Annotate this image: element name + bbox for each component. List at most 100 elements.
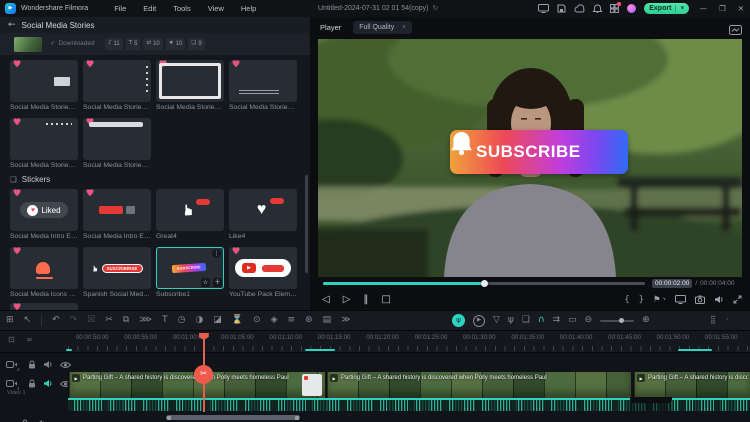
lock-track-icon[interactable] [21,415,29,422]
quality-dropdown[interactable]: Full Quality ∨ [353,21,412,34]
template-thumbnail[interactable]: ♥ [229,60,297,102]
sticker-thumbnail[interactable]: ▶ ♥ ⋮ ☆ ＋ [229,247,297,289]
favorite-star-icon[interactable]: ☆ [201,278,210,287]
zoom-slider-knob[interactable] [618,317,624,323]
sticker-item[interactable]: ♥ ♥ ⋮ ☆ ＋ Like4 [229,189,297,240]
mask-tool[interactable]: ◪ [213,316,222,325]
pause-button[interactable]: ‖ [363,295,368,305]
undo-tool[interactable]: ↶ [52,316,60,325]
mic-button[interactable]: ψ [508,316,514,325]
mute-track-icon[interactable] [36,415,46,422]
timeline-zoom-slider[interactable] [600,317,635,323]
auto-ripple-button[interactable]: ⇉ [553,316,561,325]
notifications-bell-icon[interactable] [592,4,603,14]
template-item[interactable]: ♥ Social Media Stories O... [83,118,151,169]
subscribe-overlay[interactable]: SUBSCRIBE [450,130,628,174]
sticker-item[interactable]: ♥ ⋮ ☆ ＋ Social Media Intro Ele... [83,189,151,240]
video-clip[interactable]: ▶ Parting Gift – A shared history is dis… [326,372,631,398]
template-thumbnail[interactable]: ♥ [10,118,78,160]
volume-icon[interactable] [714,291,724,309]
menu-item[interactable]: View [208,4,224,13]
menu-item[interactable]: Edit [143,4,156,13]
cloud-sync-icon[interactable] [574,3,585,13]
sticker-thumbnail[interactable]: ♥ ⋮ ☆ ＋ [83,189,151,231]
template-thumbnail[interactable]: ♥ [156,60,224,102]
menu-item[interactable]: File [114,4,126,13]
template-thumbnail[interactable]: ♥ [83,118,151,160]
project-history-icon[interactable]: ↻ [433,5,439,12]
motion-track-tool[interactable]: ⊙ [253,316,261,325]
back-arrow-icon[interactable]: ← [8,20,16,30]
marker-menu-button[interactable]: ⚑ ∨ [653,296,666,305]
zoom-out-button[interactable]: ⊖ [585,316,593,325]
display-mode-icon[interactable] [675,291,686,309]
timer-tool[interactable]: ⌛ [232,316,243,325]
media-management-icon[interactable]: ⊡ [8,336,15,344]
track-manage-button[interactable]: ⣿ [710,316,716,324]
play-button[interactable]: ▷ [343,295,351,305]
text-tool[interactable]: T [162,316,168,325]
color-tool[interactable]: ◑ [195,316,203,325]
save-icon[interactable] [557,4,566,13]
export-button[interactable]: Export ∨ [644,3,690,14]
media-library-tool[interactable]: ⊞ [6,316,14,325]
sticker-item[interactable]: SUBSCRIBE ♥ ⋮ ☆ ＋ Subscribe1 [156,247,224,298]
select-tool[interactable]: ↖ [24,316,32,325]
mark-out-button[interactable]: } [639,296,644,305]
toolbar-overflow-dot[interactable]: · [726,316,729,324]
template-thumbnail[interactable]: ♥ [83,60,151,102]
sticker-thumbnail[interactable]: ♥ ♥ ⋮ ☆ ＋ [229,189,297,231]
voiceover-record-button[interactable]: ψ [452,314,465,327]
sticker-clip[interactable] [302,374,322,396]
keyframe-tool[interactable]: ◈ [271,316,278,325]
more-options-icon[interactable]: ⋮ [212,249,221,258]
sticker-item[interactable]: ♥ ⋮ ☆ ＋ Social Media Icons Pa... [10,247,78,298]
crop-tool[interactable]: ⧉ [123,316,129,325]
snapping-button[interactable]: ∩ [538,316,545,325]
step-backward-button[interactable]: ◁ [322,295,330,305]
adjustment-tool[interactable]: ≡ [287,316,295,325]
sticker-item[interactable]: ♥ Liked ♥ ⋮ ☆ ＋ Social Media Intro Ele..… [10,189,78,240]
mark-in-button[interactable]: { [624,296,629,305]
template-item[interactable]: ♥ Social Media Stories O... [229,60,297,111]
delete-tool[interactable]: ☒ [87,316,95,325]
playback-progress-bar[interactable] [323,279,645,287]
fullscreen-icon[interactable] [733,291,742,309]
split-at-playhead-button[interactable]: ✂ [194,365,213,384]
video-preview[interactable]: SUBSCRIBE [318,39,742,277]
scopes-icon[interactable] [729,22,742,40]
stop-button[interactable]: □ [381,295,390,305]
menu-item[interactable]: Help [241,4,256,13]
export-menu-chevron-icon[interactable]: ∨ [680,6,684,11]
more-tools[interactable]: ≫ [341,316,350,325]
video-clip[interactable]: ▶ Parting Gift – A shared history is dis… [633,372,750,398]
timeline-ruler[interactable]: ⊡ ∞ 00:00:50:00 00:00:55:00 00:01:00:00 00:… [0,331,750,353]
speed-ramping-tool[interactable]: ◷ [178,316,186,325]
progress-knob[interactable] [480,279,488,287]
sticker-thumbnail[interactable]: SUBSCRIBE ♥ ⋮ ☆ ＋ [156,247,224,289]
safe-area-button[interactable]: ▽ [493,316,500,325]
sticker-thumbnail[interactable]: ☛ SUSCRIBIRSE ♥ ⋮ ☆ ＋ [83,247,151,289]
render-preview-tool[interactable]: ▤ [323,316,332,325]
preview-play-button[interactable]: ▶ [473,314,485,327]
timeline-horizontal-scrollbar[interactable] [166,415,300,420]
display-icon[interactable] [537,4,549,13]
redo-tool[interactable]: ↷ [70,316,78,325]
edit-properties-button[interactable]: ▭ [568,316,577,325]
zoom-in-button[interactable]: ⊕ [642,316,650,325]
restore-button[interactable]: ❐ [717,5,728,13]
sticker-item[interactable]: ♥ ▶ SUBSCRIBED [10,303,78,310]
link-clips-icon[interactable]: ∞ [26,336,33,344]
minimize-button[interactable]: — [697,5,709,13]
template-item[interactable]: ♥ Social Media Stories O... [10,118,78,169]
split-tool[interactable]: ✂ [105,316,113,325]
sticker-item[interactable]: ▶ ♥ ⋮ ☆ ＋ YouTube Pack Element... [229,247,297,298]
template-item[interactable]: ♥ Social Media Stories O... [83,60,151,111]
add-to-timeline-icon[interactable]: ＋ [213,278,222,287]
sticker-thumbnail[interactable]: ♥ ▶ SUBSCRIBED [10,303,78,310]
sticker-thumbnail[interactable]: ♥ Liked ♥ ⋮ ☆ ＋ [10,189,78,231]
video-track-lane[interactable]: ▶ Parting Gift – A shared history is dis… [0,372,750,398]
sticker-item[interactable]: ☛ ♥ ⋮ ☆ ＋ Great4 [156,189,224,240]
close-button[interactable]: ✕ [736,5,746,13]
account-avatar[interactable] [626,3,637,14]
